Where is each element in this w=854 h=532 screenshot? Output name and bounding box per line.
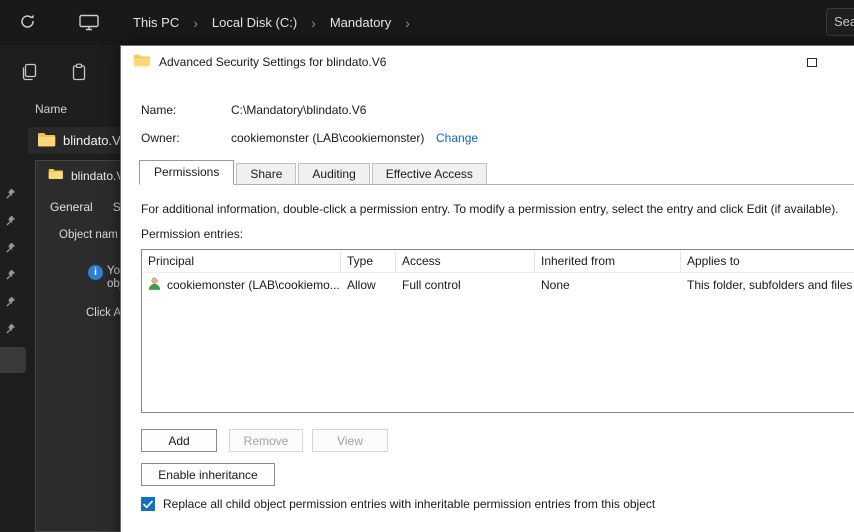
tab-share[interactable]: Share	[236, 163, 297, 184]
remove-button: Remove	[229, 429, 303, 452]
breadcrumb-chevron-icon[interactable]: ›	[311, 16, 316, 30]
pin-icon	[5, 267, 16, 280]
table-row[interactable]: cookiemonster (LAB\cookiemo... Allow Ful…	[142, 273, 854, 296]
breadcrumb: This PC › Local Disk (C:) › Mandatory ›	[133, 0, 410, 45]
dialog-titlebar: Advanced Security Settings for blindato.…	[133, 54, 386, 70]
file-item-blindato[interactable]: blindato.V6	[28, 127, 122, 154]
tab-general[interactable]: General	[50, 200, 93, 214]
owner-value: cookiemonster (LAB\cookiemonster)	[231, 131, 425, 145]
change-owner-link[interactable]: Change	[436, 131, 478, 145]
pin-icon	[5, 240, 16, 253]
pin-icon	[5, 186, 16, 199]
folder-icon	[48, 168, 63, 183]
column-header-access[interactable]: Access	[396, 250, 535, 272]
info-icon: i	[88, 265, 103, 280]
enable-inheritance-button[interactable]: Enable inheritance	[141, 463, 275, 486]
cell-access: Full control	[402, 277, 461, 292]
pin-icon	[5, 321, 16, 334]
column-header-type[interactable]: Type	[341, 250, 396, 272]
this-pc-icon[interactable]	[79, 14, 99, 31]
cell-inherited-from: None	[541, 277, 570, 292]
tab-auditing[interactable]: Auditing	[298, 163, 370, 184]
folder-icon	[37, 132, 56, 150]
table-header-row: Principal Type Access Inherited from App…	[142, 250, 854, 273]
properties-dialog-titlebar: blindato.V	[48, 168, 124, 183]
replace-permissions-row: Replace all child object permission entr…	[141, 497, 655, 511]
refresh-icon[interactable]	[19, 13, 37, 31]
address-bar: This PC › Local Disk (C:) › Mandatory › …	[0, 0, 854, 45]
owner-label: Owner:	[141, 131, 180, 145]
search-input[interactable]: Sea	[826, 8, 854, 36]
replace-permissions-checkbox[interactable]	[141, 497, 155, 511]
add-button[interactable]: Add	[141, 429, 217, 452]
properties-dialog-title: blindato.V	[71, 168, 125, 183]
column-header-name[interactable]: Name	[35, 102, 67, 116]
maximize-icon	[807, 57, 817, 67]
advanced-security-dialog: Advanced Security Settings for blindato.…	[120, 45, 854, 532]
paste-icon[interactable]	[70, 63, 88, 81]
tab-permissions[interactable]: Permissions	[139, 160, 235, 185]
folder-icon	[133, 54, 150, 70]
nav-selected-item[interactable]	[0, 347, 26, 373]
breadcrumb-local-disk[interactable]: Local Disk (C:)	[212, 15, 297, 30]
breadcrumb-chevron-icon[interactable]: ›	[405, 16, 410, 30]
replace-permissions-label[interactable]: Replace all child object permission entr…	[163, 497, 655, 511]
maximize-button[interactable]	[801, 53, 823, 71]
user-icon	[147, 276, 162, 294]
view-button: View	[312, 429, 388, 452]
name-label: Name:	[141, 103, 177, 117]
dialog-title: Advanced Security Settings for blindato.…	[159, 55, 387, 69]
permission-entries-table: Principal Type Access Inherited from App…	[141, 249, 854, 413]
column-header-inherited-from[interactable]: Inherited from	[535, 250, 681, 272]
breadcrumb-mandatory[interactable]: Mandatory	[330, 15, 391, 30]
cell-applies-to: This folder, subfolders and files	[687, 277, 853, 292]
copy-icon[interactable]	[20, 63, 38, 81]
object-name-label: Object nam	[59, 229, 118, 241]
column-header-applies-to[interactable]: Applies to	[681, 250, 854, 272]
tab-effective-access[interactable]: Effective Access	[371, 163, 487, 184]
permissions-help-text: For additional information, double-click…	[141, 202, 839, 216]
breadcrumb-chevron-icon[interactable]: ›	[193, 16, 198, 30]
column-header-principal[interactable]: Principal	[142, 250, 341, 272]
cell-type: Allow	[347, 277, 376, 292]
breadcrumb-this-pc[interactable]: This PC	[133, 15, 179, 30]
permission-entries-label: Permission entries:	[141, 227, 244, 241]
dialog-tabs: Permissions Share Auditing Effective Acc…	[139, 160, 854, 185]
file-item-label: blindato.V6	[63, 133, 122, 148]
search-text: Sea	[834, 14, 854, 29]
pin-icon	[5, 213, 16, 226]
explorer-window: This PC › Local Disk (C:) › Mandatory › …	[0, 0, 854, 532]
cell-principal: cookiemonster (LAB\cookiemo...	[167, 277, 340, 292]
pin-icon	[5, 294, 16, 307]
name-value: C:\Mandatory\blindato.V6	[231, 103, 367, 117]
